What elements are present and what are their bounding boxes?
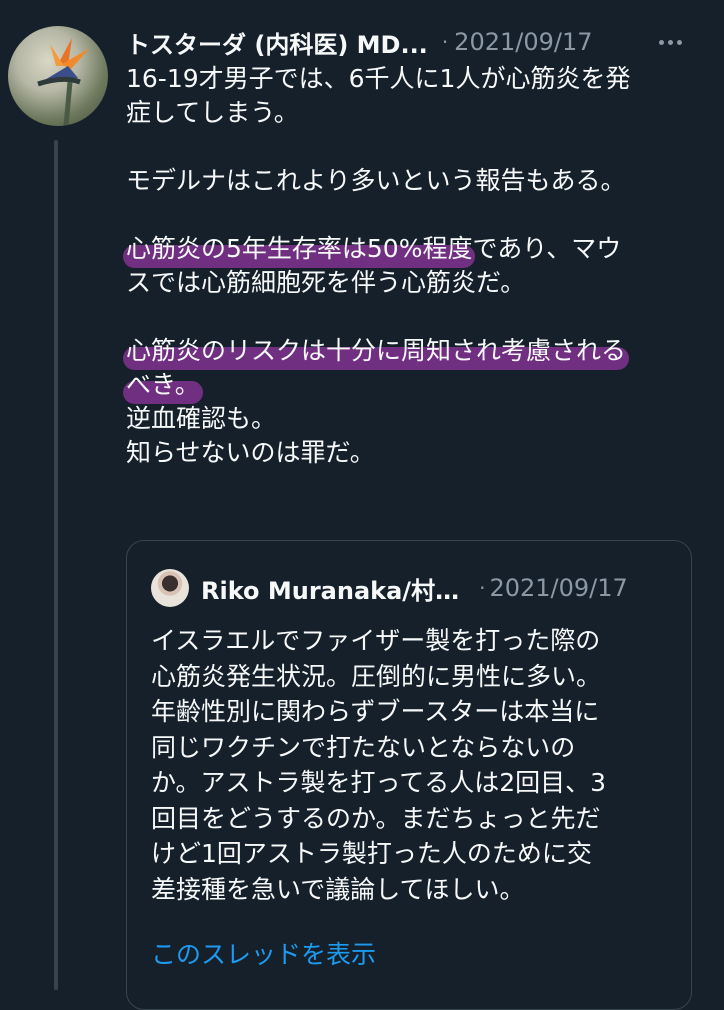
bird-of-paradise-flower-icon — [37, 38, 90, 126]
tweet-line-tail: であり、マウ — [472, 234, 622, 263]
tweet-line: 心筋炎のリスクは十分に周知され考慮される — [126, 334, 706, 368]
quoted-line: 年齢性別に関わらずブースターは本当に — [151, 697, 600, 726]
quoted-tweet-date: 2021/09/17 — [489, 574, 628, 602]
quoted-line: 心筋炎発生状況。圧倒的に男性に多い。 — [151, 661, 602, 691]
author-avatar[interactable] — [8, 26, 108, 126]
highlighted-text: 心筋炎のリスクは十分に周知され考慮される — [126, 336, 627, 365]
quoted-line: 回目をどうするのか。まだちょっと先だ — [151, 803, 601, 833]
tweet-header: トスターダ (内科医) MD... · 2021/09/17 — [126, 22, 696, 62]
tweet-line: 逆血確認も。 — [126, 404, 277, 433]
quoted-author-name: Riko Muranaka/村… — [201, 576, 460, 605]
quoted-line: 差接種を急いで議論してほしい。 — [151, 874, 525, 904]
thread-line — [54, 140, 58, 990]
tweet-line: スでは心筋細胞死を伴う心筋炎だ。 — [126, 268, 526, 297]
tweet-line: 症してしまう。 — [126, 98, 299, 127]
quoted-line: 同じワクチンで打たないとならないの — [151, 732, 576, 762]
quoted-author-avatar — [151, 569, 189, 607]
quoted-tweet-header: Riko Muranaka/村… · 2021/09/17 — [151, 569, 671, 607]
tweet-line: べき。 — [126, 368, 706, 402]
quoted-line: けど1回アストラ製打った人のために交 — [151, 839, 592, 868]
quoted-tweet-body: イスラエルでファイザー製を打った際の 心筋炎発生状況。圧倒的に男性に多い。 年齢… — [151, 623, 671, 907]
quoted-line: イスラエルでファイザー製を打った際の — [151, 626, 601, 655]
quoted-tweet-card[interactable]: Riko Muranaka/村… · 2021/09/17 イスラエルでファイザ… — [126, 540, 692, 1010]
more-options-icon[interactable] — [650, 26, 690, 58]
tweet-line: 心筋炎の5年生存率は50%程度であり、マウ — [126, 232, 706, 266]
quoted-header-separator: · — [479, 576, 486, 600]
header-separator: · — [441, 30, 449, 54]
author-name[interactable]: トスターダ (内科医) MD... — [126, 25, 428, 60]
highlighted-text: べき。 — [126, 370, 200, 399]
tweet-body: 16-19才男子では、6千人に1人が心筋炎を発 症してしまう。 モデルナはこれよ… — [126, 62, 706, 470]
highlighted-text: 心筋炎の5年生存率は50%程度 — [126, 234, 473, 263]
tweet-line: 16-19才男子では、6千人に1人が心筋炎を発 — [126, 64, 631, 93]
tweet-line: モデルナはこれより多いという報告もある。 — [126, 166, 626, 195]
tweet-line: 知らせないのは罪だ。 — [126, 438, 375, 467]
quoted-line: か。アストラ製を打ってる人は2回目、3 — [151, 768, 607, 797]
show-thread-link[interactable]: このスレッドを表示 — [151, 935, 376, 971]
tweet-date[interactable]: 2021/09/17 — [454, 28, 592, 56]
